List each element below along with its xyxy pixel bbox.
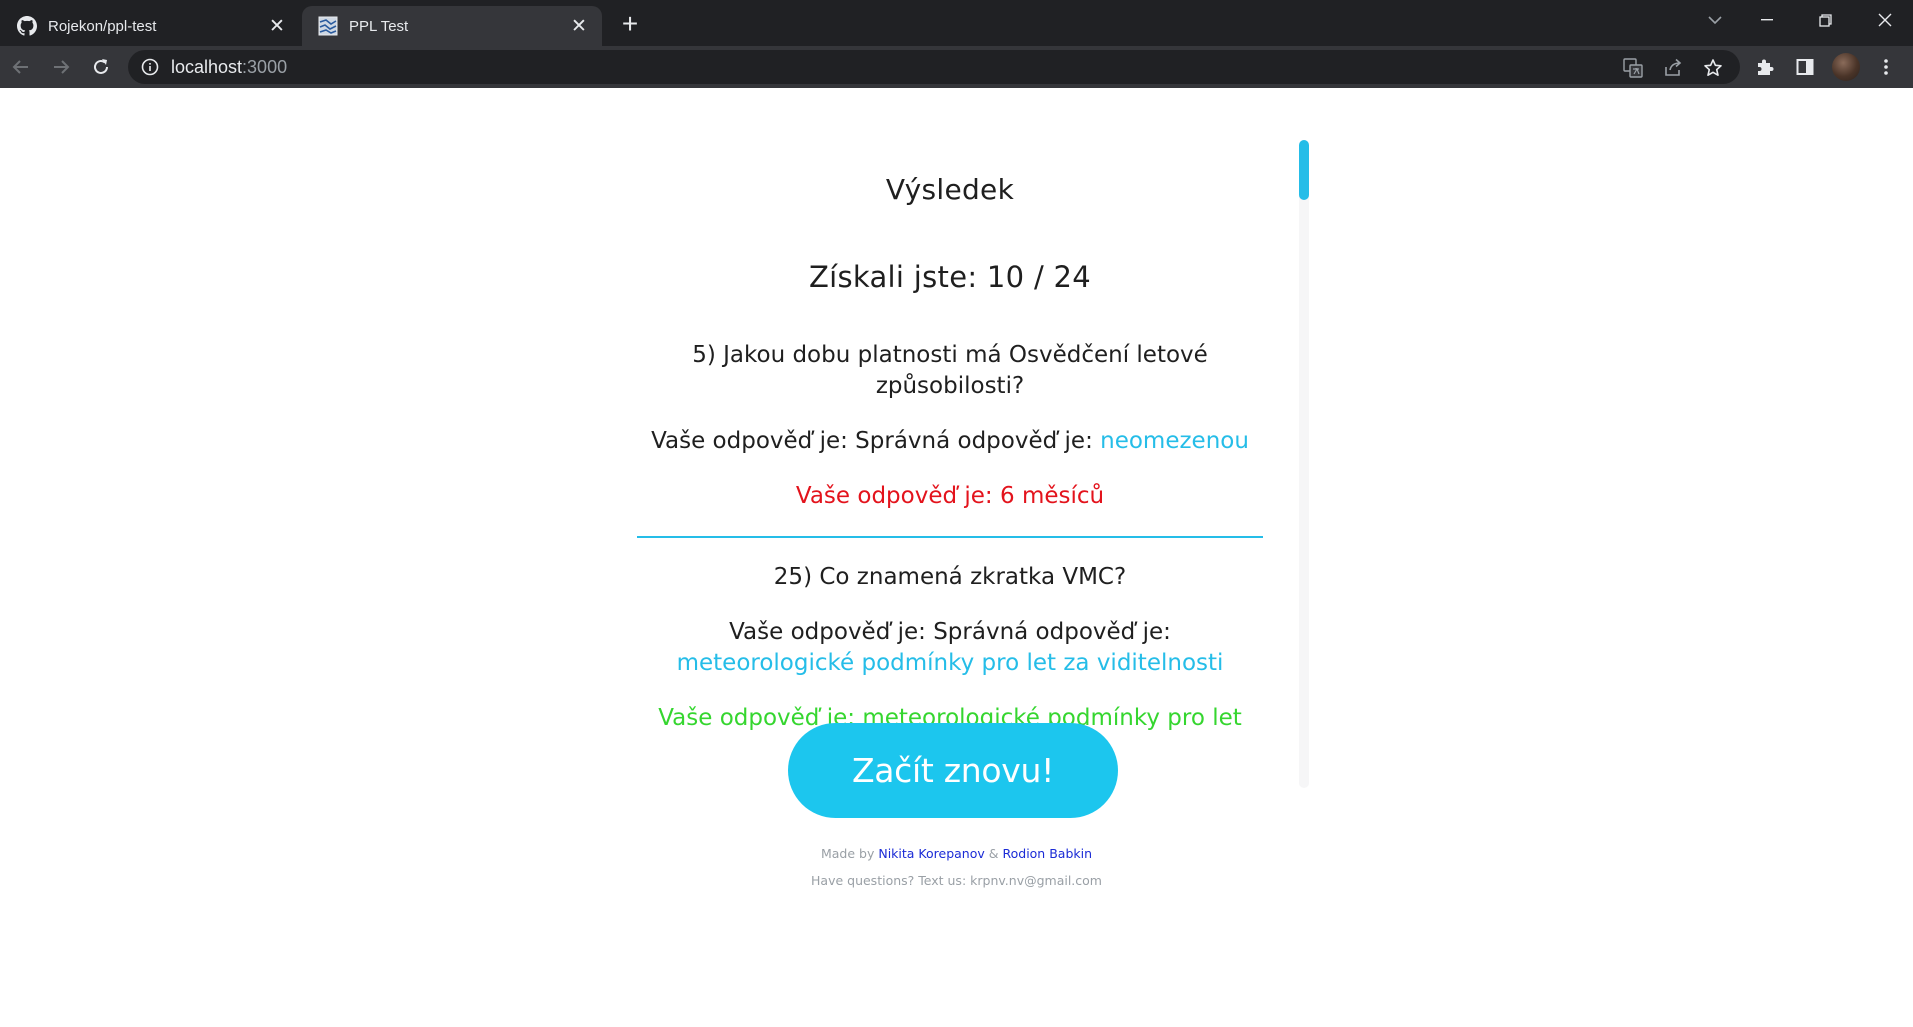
extensions-puzzle-icon[interactable] xyxy=(1753,55,1777,79)
page-title: Výsledek xyxy=(885,173,1015,206)
restore-icon xyxy=(1819,13,1832,27)
score-text: Získali jste: 10 / 24 xyxy=(808,260,1092,294)
correct-answer-value: meteorologické podmínky pro let za vidit… xyxy=(676,650,1224,676)
chevron-down-icon xyxy=(1707,16,1722,25)
forward-button[interactable] xyxy=(42,48,80,86)
footer-contact: Have questions? Text us: krpnv.nv@gmail.… xyxy=(811,873,1102,888)
tab-ppl-test[interactable]: PPL Test ✕ xyxy=(302,6,602,46)
side-panel-icon[interactable] xyxy=(1793,55,1817,79)
question-text: 25) Co znamená zkratka VMC? xyxy=(773,564,1127,590)
made-by-label: Made by xyxy=(820,846,875,861)
result-panel[interactable]: Výsledek Získali jste: 10 / 24 5) Jakou … xyxy=(620,140,1308,790)
minimize-icon xyxy=(1760,19,1773,21)
url-text: localhost:3000 xyxy=(171,57,287,78)
address-bar[interactable]: localhost:3000 xyxy=(128,50,1740,84)
close-icon xyxy=(1878,13,1891,27)
arrow-left-icon xyxy=(12,60,28,74)
user-answer-wrong: Vaše odpověď je: 6 měsíců xyxy=(795,483,1105,509)
correct-answer-line: Vaše odpověď je: Správná odpověď je: neo… xyxy=(644,426,1256,457)
new-tab-button[interactable]: + xyxy=(615,8,645,39)
ampersand: & xyxy=(988,846,999,861)
tab-title: PPL Test xyxy=(349,17,409,35)
more-menu-icon[interactable] xyxy=(1874,55,1898,79)
question-divider xyxy=(637,536,1263,538)
translate-icon[interactable] xyxy=(1622,57,1644,79)
tab-search-button[interactable] xyxy=(1686,0,1743,40)
close-icon[interactable]: ✕ xyxy=(266,15,288,37)
arrow-right-icon xyxy=(54,60,70,74)
site-favicon-icon xyxy=(318,16,338,36)
question-result: 5) Jakou dobu platnosti má Osvědčení let… xyxy=(620,340,1280,512)
profile-avatar[interactable] xyxy=(1832,53,1860,81)
correct-answer-value: neomezenou xyxy=(1100,428,1249,454)
author-link-rodion[interactable]: Rodion Babkin xyxy=(1002,846,1092,861)
question-text: 5) Jakou dobu platnosti má Osvědčení let… xyxy=(692,342,1208,399)
share-icon[interactable] xyxy=(1662,57,1684,79)
url-port: :3000 xyxy=(242,56,288,77)
results-scrollbar-thumb[interactable] xyxy=(1299,140,1309,200)
close-window-button[interactable] xyxy=(1856,0,1913,40)
tab-github[interactable]: Rojekon/ppl-test ✕ xyxy=(0,6,300,46)
results-scrollbar-track[interactable] xyxy=(1299,140,1309,788)
bookmark-star-icon[interactable] xyxy=(1702,57,1724,79)
footer-credits: Made by Nikita Korepanov & Rodion Babkin xyxy=(0,846,1913,861)
minimize-button[interactable] xyxy=(1738,0,1795,40)
tab-title: Rojekon/ppl-test xyxy=(48,17,157,35)
restore-button[interactable] xyxy=(1797,0,1854,40)
browser-tab-strip: Rojekon/ppl-test ✕ PPL Test ✕ + xyxy=(0,0,1913,46)
browser-toolbar: localhost:3000 xyxy=(0,46,1913,88)
site-info-icon[interactable] xyxy=(140,57,160,77)
correct-answer-line: Vaše odpověď je: Správná odpověď je: met… xyxy=(644,617,1256,679)
url-host: localhost xyxy=(171,56,243,77)
reload-icon xyxy=(94,59,108,74)
author-link-nikita[interactable]: Nikita Korepanov xyxy=(878,846,984,861)
reload-button[interactable] xyxy=(82,48,120,86)
answer-prefix: Vaše odpověď je: Správná odpověď je: xyxy=(729,619,1171,645)
github-icon xyxy=(17,16,37,36)
answer-prefix: Vaše odpověď je: Správná odpověď je: xyxy=(651,428,1101,454)
close-icon[interactable]: ✕ xyxy=(568,15,590,37)
result-content: Výsledek Získali jste: 10 / 24 5) Jakou … xyxy=(620,169,1280,765)
back-button[interactable] xyxy=(2,48,40,86)
restart-button[interactable]: Začít znovu! xyxy=(788,723,1118,818)
